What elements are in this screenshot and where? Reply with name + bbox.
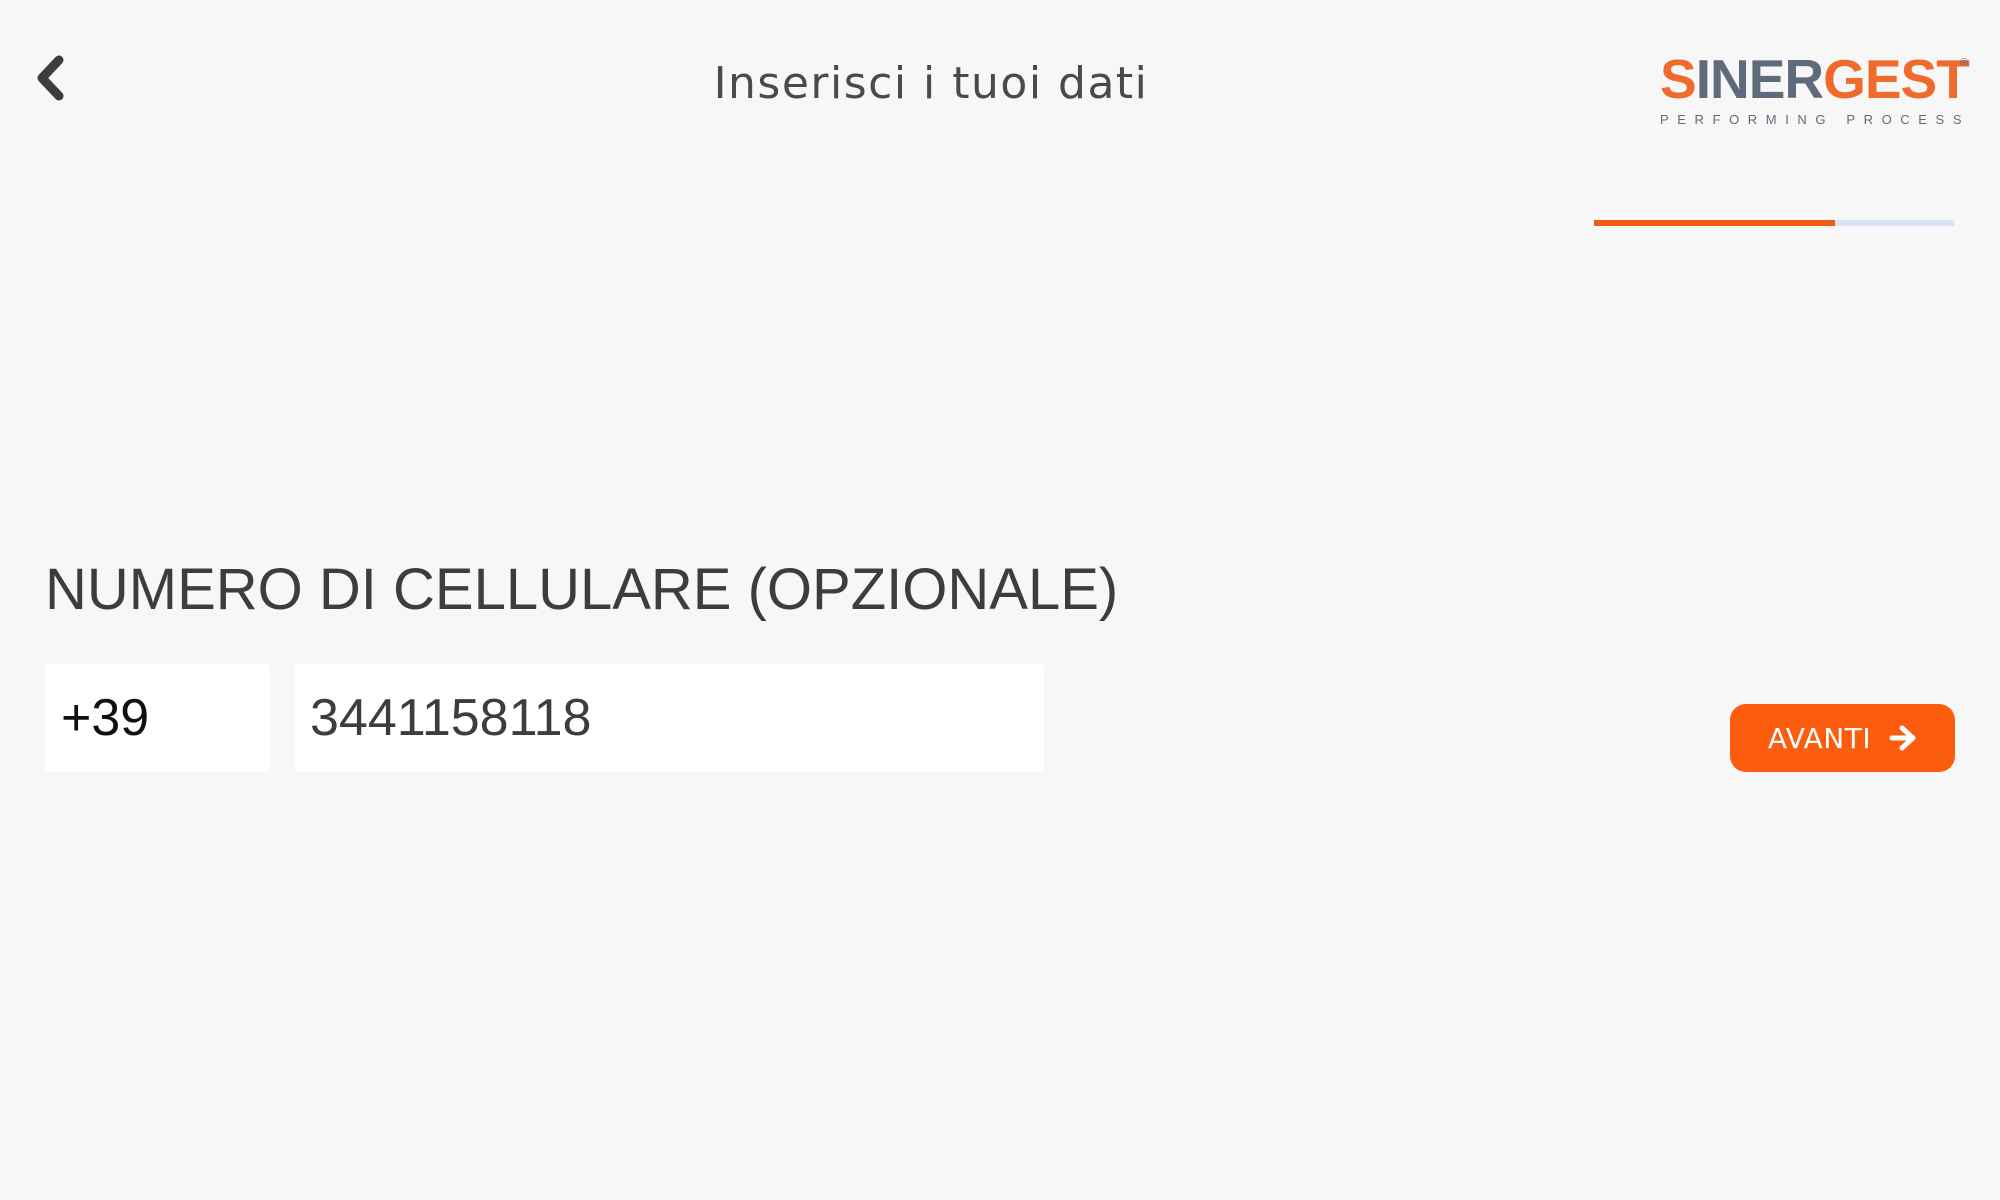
arrow-right-icon — [1889, 725, 1917, 751]
progress-fill — [1594, 220, 1836, 226]
logo-wordmark: SINERGEST — [1660, 48, 1970, 110]
progress-bar — [1594, 220, 1954, 226]
registered-mark: ® — [1960, 57, 1969, 69]
phone-number-field[interactable] — [294, 664, 1044, 772]
next-button-label: AVANTI — [1767, 721, 1872, 755]
sinergest-logo: SINERGEST ® PERFORMING PROCESS — [1660, 48, 1971, 128]
page-title: Inserisci i tuoi dati — [713, 58, 1149, 109]
country-code-field[interactable] — [45, 664, 270, 772]
phone-field-label: NUMERO DI CELLULARE (OPZIONALE) — [45, 557, 1119, 622]
next-button[interactable]: AVANTI — [1730, 704, 1955, 772]
logo-tagline: PERFORMING PROCESS — [1660, 112, 1971, 127]
